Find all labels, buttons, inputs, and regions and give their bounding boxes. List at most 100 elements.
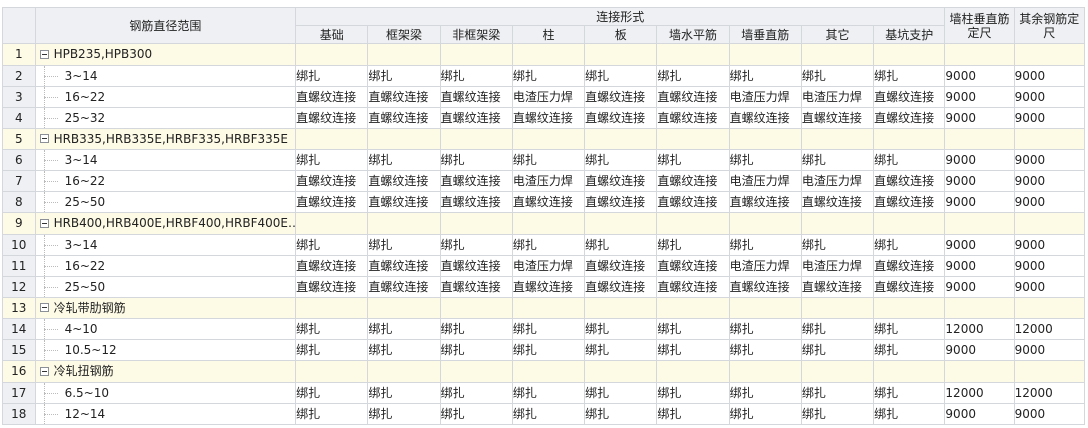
connection-cell[interactable] (584, 296, 658, 319)
connection-cell[interactable]: 绑扎 (584, 339, 658, 361)
connection-cell[interactable]: 绑扎 (728, 149, 802, 171)
column-header[interactable]: 基坑支护 (873, 25, 946, 44)
connection-cell[interactable] (656, 360, 730, 383)
connection-cell[interactable]: 直螺纹连接 (656, 191, 730, 213)
connection-cell[interactable]: 绑扎 (873, 381, 946, 404)
connection-cell[interactable] (367, 43, 441, 66)
connection-cell[interactable]: 绑扎 (439, 64, 513, 87)
wall-length-cell[interactable]: 9000 (944, 402, 1015, 425)
connection-cell[interactable] (873, 212, 946, 235)
connection-cell[interactable] (656, 212, 730, 235)
table-row[interactable]: 11 16~22 直螺纹连接 直螺纹连接 直螺纹连接 电渣压力焊 直螺纹连接 直螺纹连接 电渣压… (2, 254, 1086, 277)
connection-cell[interactable]: 绑扎 (367, 64, 441, 87)
table-row[interactable]: 17 6.5~10 绑扎 绑扎 绑扎 绑扎 绑扎 绑扎 绑扎 绑扎 绑扎 12000 12000 (2, 381, 1086, 404)
connection-cell[interactable]: 绑扎 (728, 64, 802, 87)
table-row[interactable]: 10 3~14 绑扎 绑扎 绑扎 绑扎 绑扎 绑扎 绑扎 绑扎 绑扎 9000 9000 (2, 233, 1086, 256)
connection-cell[interactable]: 绑扎 (511, 402, 586, 425)
other-length-cell[interactable] (1013, 360, 1086, 383)
connection-cell[interactable] (367, 360, 441, 383)
connection-cell[interactable]: 直螺纹连接 (367, 254, 441, 277)
wall-length-cell[interactable]: 9000 (944, 191, 1015, 213)
connection-cell[interactable]: 电渣压力焊 (728, 254, 802, 277)
other-length-cell[interactable] (1013, 296, 1086, 319)
connection-cell[interactable]: 绑扎 (511, 318, 586, 340)
connection-cell[interactable]: 直螺纹连接 (295, 191, 369, 213)
connection-cell[interactable]: 绑扎 (295, 402, 369, 425)
connection-cell[interactable]: 绑扎 (656, 402, 730, 425)
connection-cell[interactable]: 直螺纹连接 (439, 191, 513, 213)
connection-cell[interactable]: 直螺纹连接 (873, 170, 946, 192)
wall-length-cell[interactable]: 9000 (944, 170, 1015, 192)
connection-cell[interactable]: 绑扎 (873, 233, 946, 256)
connection-cell[interactable] (728, 43, 802, 66)
connection-cell[interactable]: 绑扎 (656, 318, 730, 340)
connection-cell[interactable]: 电渣压力焊 (800, 85, 875, 108)
range-cell[interactable]: 3~14 (34, 64, 297, 87)
connection-cell[interactable] (656, 296, 730, 319)
connection-cell[interactable]: 绑扎 (439, 318, 513, 340)
connection-cell[interactable] (873, 360, 946, 383)
connection-cell[interactable] (295, 127, 369, 150)
table-row[interactable]: 2 3~14 绑扎 绑扎 绑扎 绑扎 绑扎 绑扎 绑扎 绑扎 绑扎 9000 9000 (2, 64, 1086, 87)
connection-cell[interactable]: 绑扎 (511, 149, 586, 171)
connection-cell[interactable]: 绑扎 (656, 339, 730, 361)
connection-cell[interactable]: 绑扎 (584, 402, 658, 425)
connection-cell[interactable]: 绑扎 (584, 64, 658, 87)
connection-cell[interactable] (511, 212, 586, 235)
connection-cell[interactable]: 直螺纹连接 (439, 170, 513, 192)
connection-cell[interactable]: 绑扎 (367, 233, 441, 256)
connection-cell[interactable]: 绑扎 (295, 339, 369, 361)
connection-cell[interactable]: 绑扎 (511, 381, 586, 404)
connection-cell[interactable]: 绑扎 (873, 64, 946, 87)
connection-cell[interactable]: 绑扎 (295, 318, 369, 340)
connection-cell[interactable]: 直螺纹连接 (656, 275, 730, 298)
range-cell[interactable]: 6.5~10 (34, 381, 297, 404)
connection-cell[interactable] (367, 127, 441, 150)
table-row[interactable]: 3 16~22 直螺纹连接 直螺纹连接 直螺纹连接 电渣压力焊 直螺纹连接 直螺纹连接 电渣压力… (2, 85, 1086, 108)
connection-cell[interactable]: 绑扎 (728, 402, 802, 425)
connection-cell[interactable]: 绑扎 (295, 233, 369, 256)
connection-cell[interactable]: 直螺纹连接 (439, 106, 513, 129)
connection-cell[interactable] (439, 296, 513, 319)
column-header[interactable]: 框架梁 (367, 25, 441, 44)
connection-cell[interactable]: 绑扎 (367, 381, 441, 404)
connection-cell[interactable]: 直螺纹连接 (873, 275, 946, 298)
connection-cell[interactable]: 绑扎 (511, 64, 586, 87)
group-row[interactable]: 9 HRB400,HRB400E,HRBF400,HRBF400E… (2, 212, 1086, 235)
connection-cell[interactable] (800, 360, 875, 383)
range-cell[interactable]: 25~32 (34, 106, 297, 129)
collapse-toggle-icon[interactable] (39, 49, 49, 59)
other-length-cell[interactable]: 9000 (1013, 402, 1086, 425)
other-length-cell[interactable]: 12000 (1013, 381, 1086, 404)
group-name-cell[interactable]: HPB235,HPB300 (34, 43, 297, 66)
table-row[interactable]: 8 25~50 直螺纹连接 直螺纹连接 直螺纹连接 直螺纹连接 直螺纹连接 直螺纹连接 直螺纹连… (2, 191, 1086, 213)
group-name-cell[interactable]: 冷轧扭钢筋 (34, 360, 297, 383)
connection-cell[interactable] (439, 212, 513, 235)
connection-cell[interactable] (295, 296, 369, 319)
connection-cell[interactable] (584, 360, 658, 383)
group-name-cell[interactable]: HRB335,HRB335E,HRBF335,HRBF335E (34, 127, 297, 150)
other-length-cell[interactable]: 9000 (1013, 170, 1086, 192)
connection-cell[interactable]: 电渣压力焊 (511, 254, 586, 277)
connection-cell[interactable]: 绑扎 (728, 318, 802, 340)
connection-cell[interactable]: 直螺纹连接 (656, 85, 730, 108)
group-row[interactable]: 5 HRB335,HRB335E,HRBF335,HRBF335E (2, 127, 1086, 150)
connection-cell[interactable]: 绑扎 (728, 233, 802, 256)
connection-cell[interactable] (367, 296, 441, 319)
connection-cell[interactable] (439, 127, 513, 150)
connection-cell[interactable] (656, 43, 730, 66)
connection-cell[interactable] (800, 127, 875, 150)
other-length-cell[interactable]: 9000 (1013, 275, 1086, 298)
connection-cell[interactable] (295, 212, 369, 235)
connection-cell[interactable] (439, 43, 513, 66)
connection-cell[interactable]: 直螺纹连接 (800, 106, 875, 129)
connection-cell[interactable]: 直螺纹连接 (584, 85, 658, 108)
collapse-toggle-icon[interactable] (39, 366, 49, 376)
connection-cell[interactable]: 直螺纹连接 (584, 170, 658, 192)
table-row[interactable]: 7 16~22 直螺纹连接 直螺纹连接 直螺纹连接 电渣压力焊 直螺纹连接 直螺纹连接 电渣压力… (2, 170, 1086, 192)
connection-cell[interactable]: 直螺纹连接 (656, 170, 730, 192)
other-length-cell[interactable]: 9000 (1013, 85, 1086, 108)
connection-cell[interactable]: 绑扎 (656, 233, 730, 256)
connection-cell[interactable]: 绑扎 (873, 318, 946, 340)
connection-cell[interactable]: 绑扎 (800, 64, 875, 87)
